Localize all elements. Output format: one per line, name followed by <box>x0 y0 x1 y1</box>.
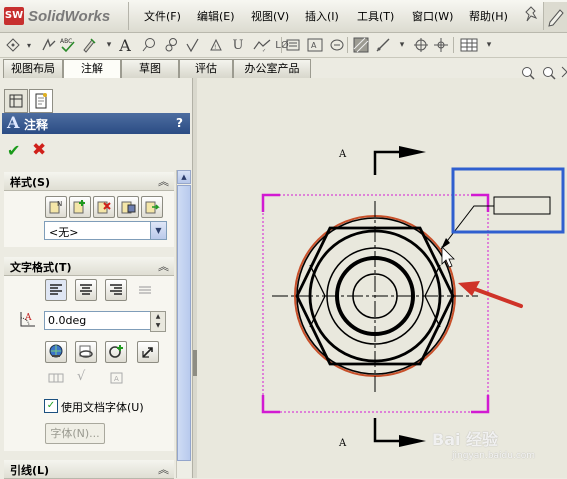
zoom-to-area-icon[interactable] <box>543 67 556 80</box>
section-line-top[interactable] <box>373 146 426 175</box>
section-label-bottom: A <box>339 438 347 449</box>
red-pointer-arrow <box>458 281 523 308</box>
mouse-cursor-icon <box>441 246 455 268</box>
baidu-watermark-url: jingyan.baidu.com <box>452 451 536 461</box>
previous-view-icon[interactable] <box>561 66 567 78</box>
highlight-frame <box>451 167 565 234</box>
note-preview[interactable] <box>440 196 551 250</box>
zoom-to-fit-icon[interactable] <box>522 67 535 80</box>
section-line-bottom[interactable] <box>373 418 426 447</box>
baidu-watermark: Bai 经验 <box>432 430 499 449</box>
drawing-svg <box>261 66 567 447</box>
hex-nut-view[interactable] <box>272 201 478 392</box>
section-label-top: A <box>339 149 347 160</box>
